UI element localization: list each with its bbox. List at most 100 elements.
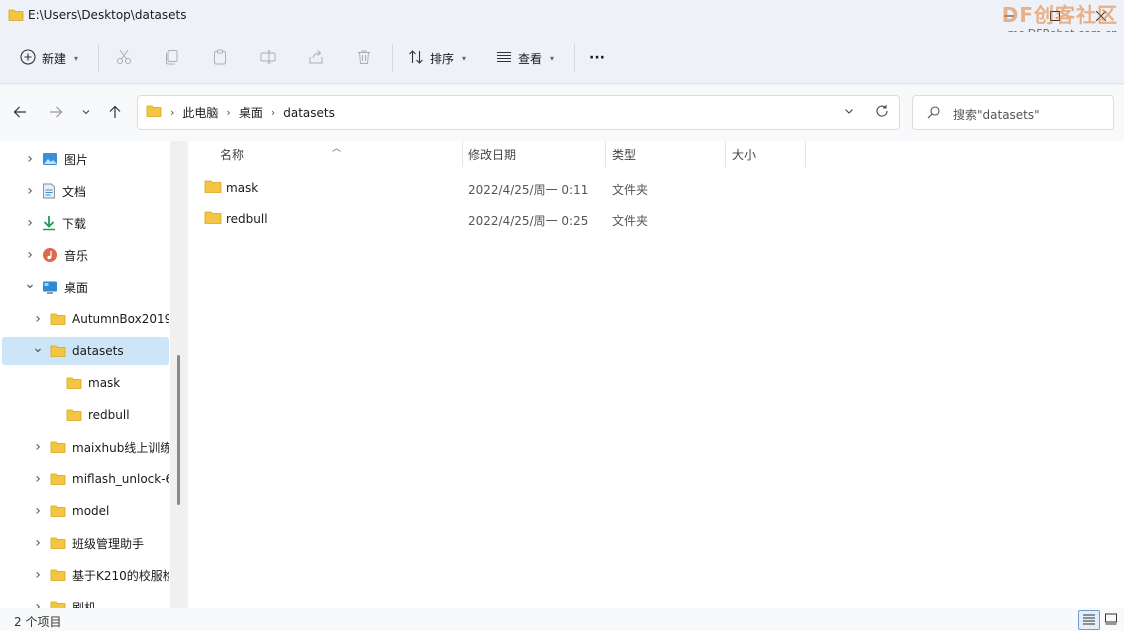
sidebar-item[interactable]: › model (2, 497, 169, 525)
rename-button[interactable] (260, 42, 276, 74)
sidebar-item[interactable]: › maixhub线上训练 (2, 433, 169, 461)
sidebar-item[interactable]: › 基于K210的校服检测 (2, 561, 169, 589)
chevron-right-icon[interactable]: › (32, 439, 44, 455)
sort-ascending-icon: ︿ (332, 144, 342, 154)
paste-button[interactable] (212, 42, 228, 74)
downloads-icon (42, 215, 56, 231)
tiles-view-button[interactable] (1100, 610, 1122, 630)
folder-icon (66, 376, 82, 390)
chevron-down-icon: ▾ (550, 53, 555, 63)
chevron-right-icon[interactable]: › (226, 106, 230, 119)
column-divider[interactable] (805, 141, 806, 167)
search-input[interactable]: 搜索"datasets" (912, 95, 1114, 130)
minimize-button[interactable] (986, 0, 1032, 32)
sidebar-item[interactable]: mask (2, 369, 169, 397)
sidebar-item[interactable]: › AutumnBox2019 (2, 305, 169, 333)
chevron-right-icon[interactable]: › (271, 106, 275, 119)
column-header-date[interactable]: 修改日期 (468, 141, 516, 167)
chevron-right-icon[interactable]: › (24, 215, 36, 231)
breadcrumb-this-pc[interactable]: 此电脑 (182, 104, 218, 121)
chevron-right-icon[interactable]: › (32, 311, 44, 327)
column-divider[interactable] (725, 141, 726, 167)
sort-button[interactable]: 排序 ▾ (408, 42, 466, 74)
details-view-button[interactable] (1078, 610, 1100, 630)
sidebar-item[interactable]: › 图片 (2, 145, 169, 173)
folder-icon (50, 472, 66, 486)
folder-icon (50, 536, 66, 550)
plus-circle-icon (20, 48, 36, 68)
sidebar-item[interactable]: › miflash_unlock-6 (2, 465, 169, 493)
copy-button[interactable] (164, 42, 180, 74)
chevron-right-icon[interactable]: › (24, 183, 36, 199)
column-header-size[interactable]: 大小 (732, 141, 756, 167)
sidebar-item[interactable]: › 班级管理助手 (2, 529, 169, 557)
file-name: mask (226, 181, 259, 195)
sidebar-item-label: model (72, 504, 110, 518)
share-icon (308, 49, 324, 68)
chevron-down-icon[interactable]: ⌄ (32, 340, 44, 356)
command-bar: 新建 ▾ 排序 ▾ 查看 ▾ ··· (0, 32, 1124, 84)
window-title: E:\Users\Desktop\datasets (28, 8, 187, 22)
sidebar-item[interactable]: › 文档 (2, 177, 169, 205)
more-button[interactable]: ··· (589, 42, 605, 74)
maximize-button[interactable] (1032, 0, 1078, 32)
forward-button[interactable] (44, 101, 68, 125)
cut-button[interactable] (116, 42, 132, 74)
folder-icon (8, 8, 24, 25)
up-button[interactable] (103, 101, 127, 125)
chevron-right-icon: › (170, 106, 175, 119)
view-button[interactable]: 查看 ▾ (496, 42, 554, 74)
breadcrumb: › 此电脑 › 桌面 › datasets (146, 96, 335, 129)
recent-locations-button[interactable] (74, 101, 98, 125)
sidebar-item[interactable]: ⌄ 桌面 (2, 273, 169, 301)
column-divider[interactable] (462, 141, 463, 167)
column-header-name[interactable]: 名称 (220, 141, 244, 167)
sidebar-item-label: miflash_unlock-6 (72, 472, 169, 486)
new-button[interactable]: 新建 ▾ (20, 42, 78, 74)
folder-icon (50, 440, 66, 454)
column-divider[interactable] (605, 141, 606, 167)
sidebar-item[interactable]: › 音乐 (2, 241, 169, 269)
column-header-type[interactable]: 类型 (612, 141, 636, 167)
address-dropdown-icon[interactable] (843, 105, 855, 120)
delete-button[interactable] (356, 42, 372, 74)
sidebar-item-label: 班级管理助手 (72, 536, 145, 551)
tiles-view-icon (1104, 613, 1118, 628)
sidebar-item-label: 基于K210的校服检测 (72, 568, 169, 583)
toolbar-divider (98, 44, 99, 72)
sidebar-item-label: datasets (72, 344, 124, 358)
chevron-right-icon[interactable]: › (32, 503, 44, 519)
breadcrumb-datasets[interactable]: datasets (283, 106, 335, 120)
back-button[interactable] (8, 101, 32, 125)
address-bar[interactable]: › 此电脑 › 桌面 › datasets (137, 95, 900, 130)
close-button[interactable] (1078, 0, 1124, 32)
chevron-right-icon[interactable]: › (24, 247, 36, 263)
sidebar-item-label: 图片 (64, 152, 89, 167)
sidebar-item-label: 刷机 (72, 600, 97, 609)
folder-icon (50, 344, 66, 358)
chevron-down-icon (81, 106, 91, 120)
share-button[interactable] (308, 42, 324, 74)
table-row[interactable]: mask 2022/4/25/周一 0:11 文件夹 (204, 173, 804, 201)
chevron-right-icon[interactable]: › (32, 599, 44, 608)
sidebar-item[interactable]: › 刷机 (2, 593, 169, 608)
sidebar-item[interactable]: ⌄ datasets (2, 337, 169, 365)
sidebar-item-label: 文档 (62, 184, 87, 199)
cut-icon (116, 49, 132, 68)
chevron-right-icon[interactable]: › (32, 471, 44, 487)
navigation-scrollbar-thumb[interactable] (177, 355, 180, 505)
table-row[interactable]: redbull 2022/4/25/周一 0:25 文件夹 (204, 204, 804, 232)
new-label: 新建 (42, 51, 67, 66)
folder-icon (50, 312, 66, 326)
chevron-right-icon[interactable]: › (32, 567, 44, 583)
chevron-right-icon[interactable]: › (24, 151, 36, 167)
sidebar-item[interactable]: redbull (2, 401, 169, 429)
breadcrumb-desktop[interactable]: 桌面 (239, 104, 263, 121)
chevron-down-icon[interactable]: ⌄ (24, 276, 36, 292)
copy-icon (164, 49, 180, 68)
chevron-right-icon[interactable]: › (32, 535, 44, 551)
sidebar-item[interactable]: › 下载 (2, 209, 169, 237)
file-type: 文件夹 (612, 183, 649, 197)
item-count: 2 个项目 (14, 615, 62, 629)
refresh-icon[interactable] (875, 104, 889, 121)
